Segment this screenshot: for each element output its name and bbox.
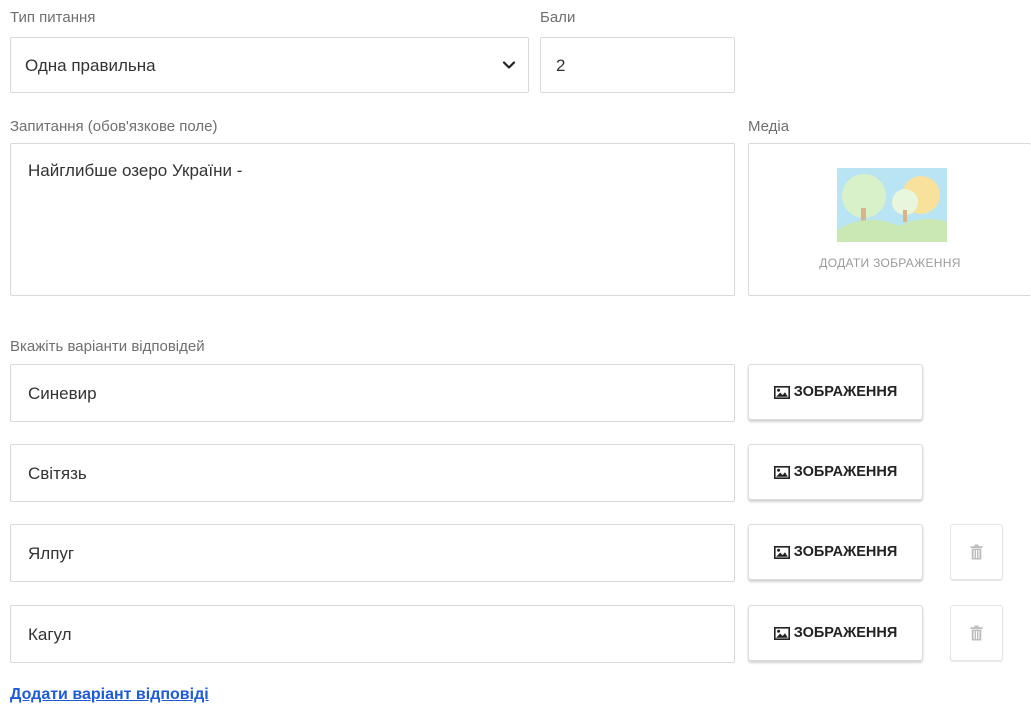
media-add-image-caption: ДОДАТИ ЗОБРАЖЕННЯ — [819, 256, 961, 270]
trash-icon — [970, 544, 983, 560]
answer-image-button-2[interactable]: ЗОБРАЖЕННЯ — [748, 444, 923, 500]
answer-text-3: Ялпуг — [28, 544, 75, 563]
answer-input-4[interactable]: Кагул — [10, 605, 735, 663]
answer-image-button-3[interactable]: ЗОБРАЖЕННЯ — [748, 524, 923, 580]
answer-image-button-label-2: ЗОБРАЖЕННЯ — [793, 464, 898, 480]
add-answer-link[interactable]: Додати варіант відповіді — [10, 686, 209, 704]
delete-answer-button-3[interactable] — [950, 524, 1003, 580]
image-icon — [773, 465, 790, 479]
answer-input-1[interactable]: Синевир — [10, 364, 735, 422]
answer-image-button-1[interactable]: ЗОБРАЖЕННЯ — [748, 364, 923, 420]
image-icon — [773, 626, 790, 640]
answer-text-4: Кагул — [28, 625, 72, 644]
delete-answer-button-4[interactable] — [950, 605, 1003, 661]
score-label: Бали — [540, 9, 576, 26]
question-type-select[interactable]: Одна правильна — [10, 37, 529, 93]
answer-image-button-label-3: ЗОБРАЖЕННЯ — [793, 544, 898, 560]
question-textarea[interactable]: Найглибше озеро України - — [10, 143, 735, 296]
media-dropzone[interactable]: ДОДАТИ ЗОБРАЖЕННЯ — [748, 143, 1031, 296]
score-input[interactable]: 2 — [540, 37, 735, 93]
answer-text-2: Світязь — [28, 464, 87, 483]
question-type-label: Тип питання — [10, 9, 96, 26]
media-label: Медіа — [748, 118, 790, 135]
question-text: Найглибше озеро України - — [28, 161, 243, 180]
answer-text-1: Синевир — [28, 384, 97, 403]
answer-image-button-4[interactable]: ЗОБРАЖЕННЯ — [748, 605, 923, 661]
answer-image-button-label-1: ЗОБРАЖЕННЯ — [793, 384, 898, 400]
image-icon — [773, 385, 790, 399]
score-value: 2 — [556, 56, 566, 75]
landscape-image-placeholder-icon — [837, 168, 947, 242]
trash-icon — [970, 625, 983, 641]
chevron-down-icon — [502, 61, 516, 69]
question-label: Запитання (обов'язкове поле) — [10, 118, 218, 135]
answers-label: Вкажіть варіанти відповідей — [10, 338, 205, 355]
answer-image-button-label-4: ЗОБРАЖЕННЯ — [793, 625, 898, 641]
answer-input-3[interactable]: Ялпуг — [10, 524, 735, 582]
answer-input-2[interactable]: Світязь — [10, 444, 735, 502]
image-icon — [773, 545, 790, 559]
question-type-value: Одна правильна — [25, 56, 156, 75]
